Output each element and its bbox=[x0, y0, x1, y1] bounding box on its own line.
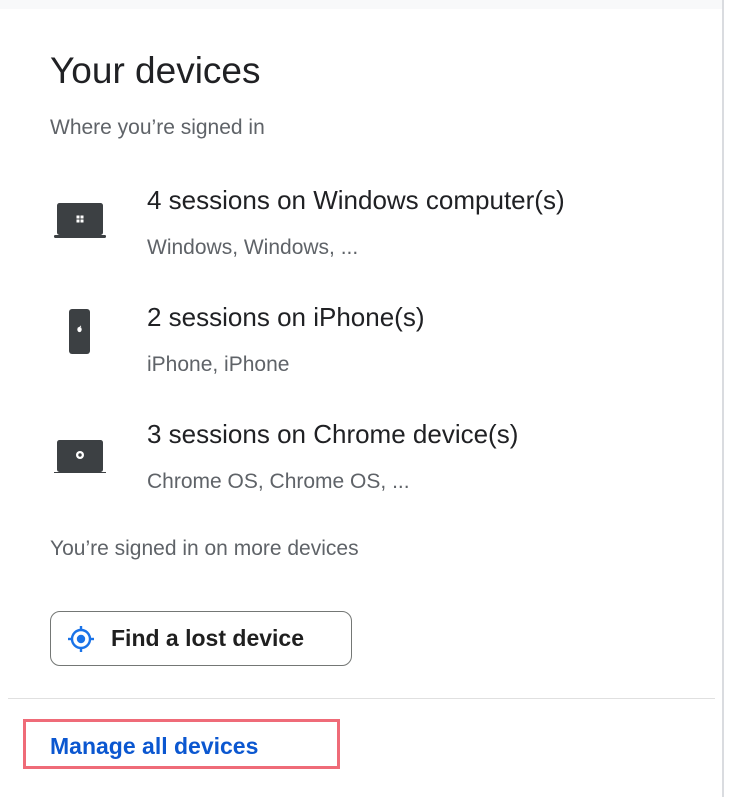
more-devices-text: You’re signed in on more devices bbox=[50, 537, 359, 560]
page: Your devices Where you’re signed in 4 se… bbox=[0, 0, 730, 797]
manage-all-devices-link[interactable]: Manage all devices bbox=[50, 733, 258, 760]
chromebook-icon bbox=[54, 440, 106, 473]
divider bbox=[8, 698, 715, 699]
device-title: 2 sessions on iPhone(s) bbox=[147, 302, 425, 332]
windows-laptop-icon bbox=[54, 203, 106, 238]
iphone-icon bbox=[69, 309, 90, 354]
card-subtitle: Where you’re signed in bbox=[50, 116, 265, 139]
device-details: Chrome OS, Chrome OS, ... bbox=[147, 470, 410, 493]
device-details: Windows, Windows, ... bbox=[147, 236, 359, 259]
top-strip bbox=[0, 0, 722, 9]
device-row-windows[interactable]: 4 sessions on Windows computer(s) Window… bbox=[0, 179, 722, 279]
your-devices-card: Your devices Where you’re signed in 4 se… bbox=[0, 9, 722, 797]
find-lost-device-button[interactable]: Find a lost device bbox=[50, 611, 352, 666]
right-border bbox=[722, 0, 724, 797]
card-title: Your devices bbox=[50, 50, 261, 91]
find-lost-device-label: Find a lost device bbox=[111, 625, 304, 651]
device-details: iPhone, iPhone bbox=[147, 353, 290, 376]
device-title: 4 sessions on Windows computer(s) bbox=[147, 185, 565, 215]
device-row-chrome[interactable]: 3 sessions on Chrome device(s) Chrome OS… bbox=[0, 413, 722, 513]
device-title: 3 sessions on Chrome device(s) bbox=[147, 419, 519, 449]
device-row-iphone[interactable]: 2 sessions on iPhone(s) iPhone, iPhone bbox=[0, 296, 722, 396]
location-target-icon bbox=[68, 625, 94, 652]
